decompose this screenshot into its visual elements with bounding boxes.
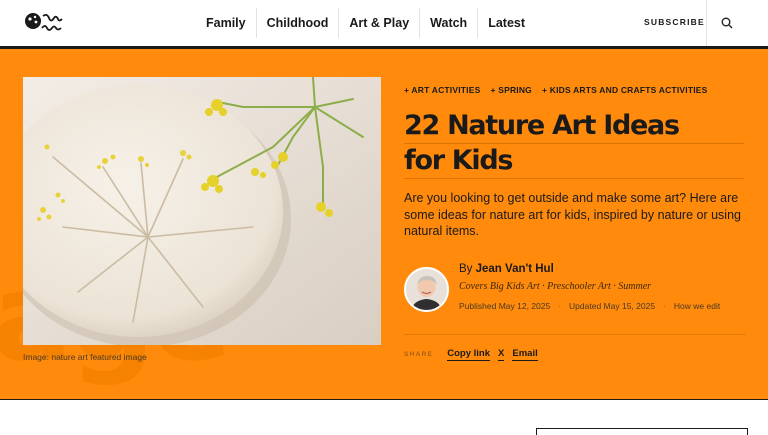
clay-flower-print-illustration (23, 77, 381, 345)
search-icon (721, 17, 733, 29)
site-logo[interactable] (24, 10, 68, 36)
search-button[interactable] (706, 0, 768, 46)
image-caption: Image: nature art featured image (23, 352, 147, 362)
nav-item-art-play[interactable]: Art & Play (338, 8, 419, 38)
share-x-button[interactable]: X (498, 348, 505, 361)
title-line: for Kids (404, 144, 744, 179)
subscribe-link[interactable]: SUBSCRIBE (644, 17, 705, 27)
article-dates: Published May 12, 2025 · Updated May 15,… (459, 301, 720, 311)
nav-item-childhood[interactable]: Childhood (255, 8, 339, 38)
date-separator: · (663, 301, 666, 311)
tag-link[interactable]: + SPRING (490, 85, 532, 95)
divider (404, 334, 746, 335)
title-line: 22 Nature Art Ideas (404, 109, 744, 144)
updated-date: Updated May 15, 2025 (569, 301, 656, 311)
author-portrait (406, 269, 447, 310)
nav-item-watch[interactable]: Watch (419, 8, 477, 38)
nav-item-latest[interactable]: Latest (477, 8, 535, 38)
author-name-link[interactable]: Jean Van't Hul (476, 263, 554, 275)
byline-prefix: By (459, 263, 473, 275)
featured-image (23, 77, 381, 345)
main-nav: Family Childhood Art & Play Watch Latest (196, 8, 535, 38)
tag-link[interactable]: + ART ACTIVITIES (404, 85, 480, 95)
category-tags: + ART ACTIVITIES + SPRING + KIDS ARTS AN… (404, 85, 718, 95)
copy-link-button[interactable]: Copy link (447, 348, 491, 361)
author-avatar[interactable] (404, 267, 449, 312)
how-we-edit-link[interactable]: How we edit (674, 301, 720, 311)
tag-link[interactable]: + KIDS ARTS AND CRAFTS ACTIVITIES (542, 85, 708, 95)
share-email-button[interactable]: Email (512, 348, 538, 361)
article-title: 22 Nature Art Ideas for Kids (404, 109, 744, 179)
nav-item-family[interactable]: Family (196, 8, 256, 38)
published-date: Published May 12, 2025 (459, 301, 551, 311)
article-hero: age (0, 49, 768, 400)
author-beats: Covers Big Kids Art · Preschooler Art · … (459, 281, 652, 292)
share-bar: SHARE Copy link X Email (404, 348, 546, 361)
date-separator: · (558, 301, 562, 311)
author-byline: By Jean Van't Hul (459, 263, 554, 275)
site-header: Family Childhood Art & Play Watch Latest… (0, 0, 768, 49)
share-label: SHARE (404, 351, 434, 358)
article-dek: Are you looking to get outside and make … (404, 191, 741, 238)
